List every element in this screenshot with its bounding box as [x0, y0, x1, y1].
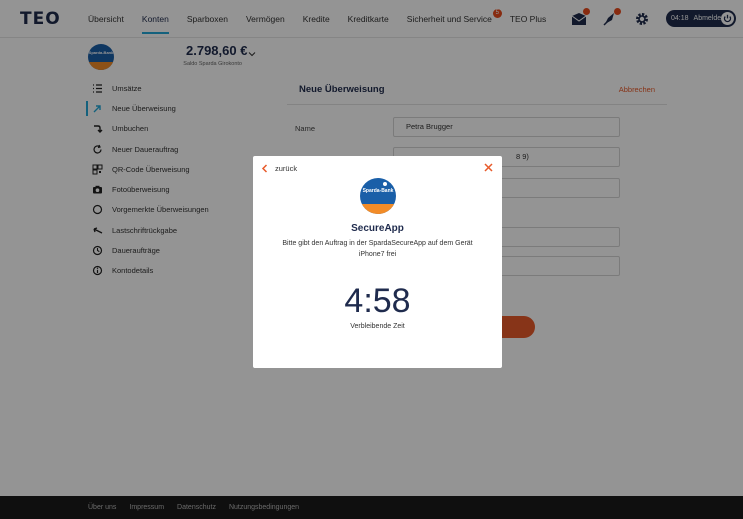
close-icon[interactable] — [484, 163, 493, 172]
sparda-bank-logo-large: Sparda-Bank — [360, 178, 396, 214]
chevron-left-icon — [261, 164, 268, 173]
countdown-label: Verbleibende Zeit — [350, 323, 405, 330]
modal-title: SecureApp — [351, 223, 404, 234]
secureapp-modal: zurück Sparda-Bank SecureApp Bitte gibt … — [253, 156, 502, 368]
back-label: zurück — [275, 164, 298, 173]
countdown-timer: 4:58 — [344, 282, 411, 320]
back-button[interactable]: zurück — [261, 164, 297, 173]
modal-instruction: Bitte gibt den Auftrag in der SpardaSecu… — [282, 240, 473, 258]
